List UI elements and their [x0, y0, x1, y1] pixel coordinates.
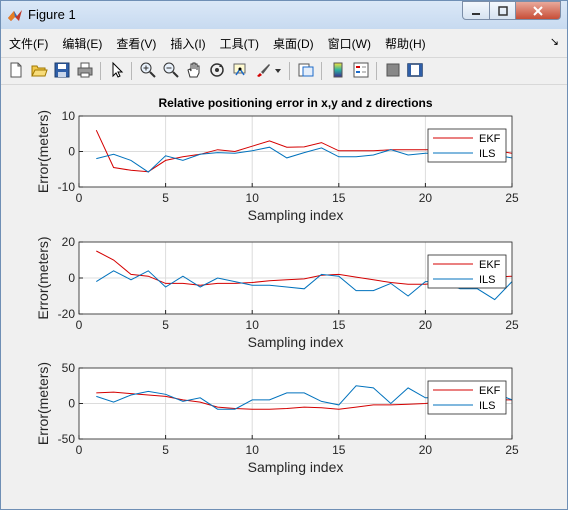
y-tick-label: 50 — [62, 361, 76, 375]
menu-insert[interactable]: 插入(I) — [163, 32, 212, 54]
minimize-icon — [472, 12, 480, 15]
y-tick-label: -50 — [58, 432, 76, 446]
y-tick-label: 10 — [62, 109, 76, 123]
matlab-logo-icon — [8, 10, 22, 21]
chart-title: Relative positioning error in x,y and z … — [158, 96, 432, 110]
legend-icon[interactable] — [352, 61, 370, 79]
toolbar-separator — [289, 62, 290, 80]
legend-label-ils: ILS — [479, 148, 496, 160]
legend-label-ekf: EKF — [479, 259, 501, 271]
maximize-button[interactable] — [490, 1, 516, 20]
y-tick-label: -20 — [58, 307, 76, 321]
zoom-out-icon[interactable] — [162, 61, 180, 79]
x-axis-label: Sampling index — [248, 459, 344, 475]
x-tick-label: 20 — [419, 443, 433, 457]
window-title: Figure 1 — [28, 7, 76, 22]
x-tick-label: 10 — [246, 443, 260, 457]
legend-label-ekf: EKF — [479, 133, 501, 145]
x-tick-label: 10 — [246, 318, 260, 332]
y-axis-label: Error(meters) — [35, 110, 51, 193]
brush-icon[interactable] — [254, 61, 272, 79]
x-tick-label: 15 — [332, 191, 346, 205]
axes-2[interactable]: 0 5 10 15 20 25-20020Sampling indexError(mete… — [35, 235, 519, 350]
menu-bar: 文件(F) 编辑(E) 查看(V) 插入(I) 工具(T) 桌面(D) 窗口(W… — [1, 32, 567, 54]
x-tick-label: 5 — [162, 443, 169, 457]
legend-label-ekf: EKF — [479, 385, 501, 397]
y-tick-label: 20 — [62, 235, 76, 249]
x-axis-label: Sampling index — [248, 207, 344, 223]
menu-edit[interactable]: 编辑(E) — [55, 32, 109, 54]
x-tick-label: 0 — [76, 318, 83, 332]
x-tick-label: 20 — [419, 318, 433, 332]
x-tick-label: 25 — [505, 443, 519, 457]
print-icon[interactable] — [76, 61, 94, 79]
menu-view[interactable]: 查看(V) — [109, 32, 163, 54]
axes-1[interactable]: 0 5 10 15 20 25-10010Sampling indexError(mete… — [35, 96, 519, 223]
x-tick-label: 10 — [246, 191, 260, 205]
pointer-icon[interactable] — [108, 61, 126, 79]
menu-desktop[interactable]: 桌面(D) — [266, 32, 321, 54]
x-tick-label: 20 — [419, 191, 433, 205]
rotate-3d-icon[interactable] — [208, 61, 226, 79]
figure-toolbar — [1, 57, 567, 85]
new-figure-icon[interactable] — [7, 61, 25, 79]
y-tick-label: 0 — [68, 145, 75, 159]
x-tick-label: 5 — [162, 318, 169, 332]
data-cursor-icon[interactable] — [231, 61, 249, 79]
menu-window[interactable]: 窗口(W) — [321, 32, 378, 54]
toolbar-separator — [100, 62, 101, 80]
toolbar-separator — [376, 62, 377, 80]
chevron-down-icon[interactable] — [273, 61, 283, 79]
title-bar[interactable]: Figure 1 — [1, 1, 567, 29]
x-tick-label: 25 — [505, 191, 519, 205]
toolbar-separator — [131, 62, 132, 80]
menu-overflow-arrow-icon[interactable]: ↘ — [550, 35, 559, 48]
y-axis-label: Error(meters) — [35, 362, 51, 445]
menu-tools[interactable]: 工具(T) — [213, 32, 266, 54]
legend[interactable]: EKF ILS — [427, 380, 507, 415]
pan-hand-icon[interactable] — [185, 61, 203, 79]
x-tick-label: 5 — [162, 191, 169, 205]
save-icon[interactable] — [53, 61, 71, 79]
figure-window: Figure 1 文件(F) 编辑(E) 查看(V) 插入(I) 工具(T) 桌… — [0, 0, 568, 510]
y-tick-label: 0 — [68, 271, 75, 285]
x-tick-label: 0 — [76, 443, 83, 457]
legend-label-ils: ILS — [479, 274, 496, 286]
y-tick-label: 0 — [68, 397, 75, 411]
close-button[interactable] — [516, 1, 561, 20]
colorbar-icon[interactable] — [329, 61, 347, 79]
menu-file[interactable]: 文件(F) — [1, 32, 55, 54]
link-plot-icon[interactable] — [297, 61, 315, 79]
x-tick-label: 15 — [332, 443, 346, 457]
zoom-in-icon[interactable] — [139, 61, 157, 79]
menu-help[interactable]: 帮助(H) — [378, 32, 433, 54]
maximize-icon — [497, 5, 508, 16]
x-tick-label: 0 — [76, 191, 83, 205]
x-axis-label: Sampling index — [248, 334, 344, 350]
y-tick-label: -10 — [58, 180, 76, 194]
figure-canvas[interactable]: 0 5 10 15 20 25-10010Sampling indexError(mete… — [6, 85, 564, 505]
legend[interactable]: EKF ILS — [427, 128, 507, 163]
legend[interactable]: EKF ILS — [427, 254, 507, 289]
close-icon — [533, 5, 543, 16]
toolbar-separator — [321, 62, 322, 80]
show-plot-tools-icon[interactable] — [406, 61, 424, 79]
hide-plot-tools-icon[interactable] — [384, 61, 402, 79]
open-folder-icon[interactable] — [30, 61, 48, 79]
legend-label-ils: ILS — [479, 400, 496, 412]
axes-3[interactable]: 0 5 10 15 20 25-50050Sampling indexError(mete… — [35, 361, 519, 475]
x-tick-label: 15 — [332, 318, 346, 332]
y-axis-label: Error(meters) — [35, 236, 51, 319]
x-tick-label: 25 — [505, 318, 519, 332]
minimize-button[interactable] — [462, 1, 490, 20]
